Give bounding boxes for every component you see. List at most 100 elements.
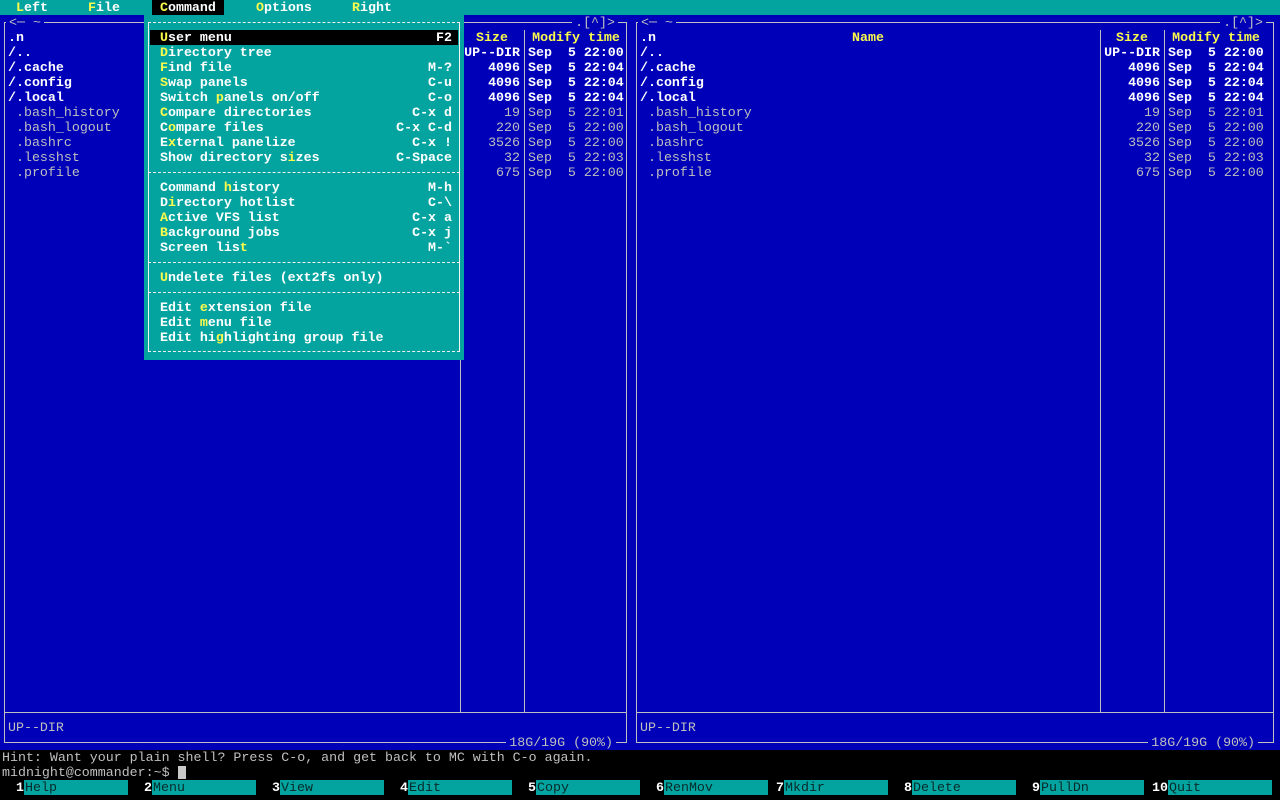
file-mtime: Sep 5 22:00 xyxy=(528,45,624,60)
file-name: .lesshst xyxy=(8,150,80,165)
file-size: 4096 xyxy=(488,75,520,90)
file-name: /.local xyxy=(640,90,696,105)
column-header-mtime[interactable]: Modify time xyxy=(1172,30,1260,45)
file-mtime: Sep 5 22:00 xyxy=(1168,165,1264,180)
menu-item-shortcut: C-\ xyxy=(428,195,452,210)
menu-item-shortcut: M-` xyxy=(428,240,452,255)
menu-item-label: Directory tree xyxy=(160,45,272,60)
menubar-item-options[interactable]: Options xyxy=(248,0,320,15)
hotkey-letter: t xyxy=(239,240,248,255)
menubar-item-command[interactable]: Command xyxy=(152,0,224,15)
column-header-size[interactable]: Size xyxy=(1116,30,1148,45)
hotkey-letter: C xyxy=(160,0,168,15)
hotkey-letter: o xyxy=(167,120,176,135)
menu-item-show-directory-sizes[interactable]: Show directory sizes C-Space xyxy=(150,150,458,165)
mini-status-separator xyxy=(4,712,627,713)
file-name: .bash_logout xyxy=(640,120,744,135)
file-row[interactable]: /.local 4096 Sep 5 22:04 xyxy=(632,90,1280,105)
menu-item-edit-extension-file[interactable]: Edit extension file xyxy=(150,300,458,315)
column-header-size[interactable]: Size xyxy=(476,30,508,45)
file-size: 220 xyxy=(1136,120,1160,135)
hotkey-letter: h xyxy=(223,180,232,195)
hotkey-letter: g xyxy=(215,330,224,345)
fkey-label: Help xyxy=(24,780,128,795)
menubar-item-file[interactable]: File xyxy=(80,0,128,15)
file-row[interactable]: /.config 4096 Sep 5 22:04 xyxy=(632,75,1280,90)
hotkey-letter: U xyxy=(160,30,168,45)
menu-item-user-menu[interactable]: User menu F2 xyxy=(150,30,458,45)
menu-item-undelete-files-ext2fs-only-[interactable]: Undelete files (ext2fs only) xyxy=(150,270,458,285)
file-size: 4096 xyxy=(1128,75,1160,90)
hotkey-letter: p xyxy=(215,90,224,105)
file-mtime: Sep 5 22:00 xyxy=(528,135,624,150)
menu-item-label: Compare directories xyxy=(160,105,312,120)
shell-prompt[interactable]: midnight@commander:~$ xyxy=(2,765,170,780)
menu-item-screen-list[interactable]: Screen list M-` xyxy=(150,240,458,255)
menu-item-shortcut: C-x j xyxy=(412,225,452,240)
menu-item-shortcut: M-? xyxy=(428,60,452,75)
file-row[interactable]: /.cache 4096 Sep 5 22:04 xyxy=(632,60,1280,75)
file-mtime: Sep 5 22:01 xyxy=(528,105,624,120)
menu-item-shortcut: C-u xyxy=(428,75,452,90)
menu-item-background-jobs[interactable]: Background jobs C-x j xyxy=(150,225,458,240)
menu-item-edit-highlighting-group-file[interactable]: Edit highlighting group file xyxy=(150,330,458,345)
menu-item-directory-tree[interactable]: Directory tree xyxy=(150,45,458,60)
fkey-number: 6 xyxy=(656,780,664,795)
file-size: 32 xyxy=(1144,150,1160,165)
file-size: 32 xyxy=(504,150,520,165)
file-size: 4096 xyxy=(488,60,520,75)
panel-path[interactable]: <─ ~ xyxy=(6,15,44,30)
fkey-number: 1 xyxy=(16,780,24,795)
hotkey-letter: F xyxy=(160,60,168,75)
panel-controls-icon[interactable]: .[^]> xyxy=(1220,15,1266,30)
command-dropdown-menu: User menu F2 Directory tree Find file M-? Swa… xyxy=(144,15,464,360)
menu-item-compare-files[interactable]: Compare files C-x C-d xyxy=(150,120,458,135)
menu-item-active-vfs-list[interactable]: Active VFS list C-x a xyxy=(150,210,458,225)
panel-controls-icon[interactable]: .[^]> xyxy=(572,15,618,30)
fkey-number: 7 xyxy=(776,780,784,795)
menu-item-swap-panels[interactable]: Swap panels C-u xyxy=(150,75,458,90)
menu-item-edit-menu-file[interactable]: Edit menu file xyxy=(150,315,458,330)
column-header-mtime[interactable]: Modify time xyxy=(532,30,620,45)
file-name: /.. xyxy=(640,45,664,60)
hotkey-letter: A xyxy=(160,210,168,225)
menu-item-command-history[interactable]: Command history M-h xyxy=(150,180,458,195)
file-mtime: Sep 5 22:03 xyxy=(1168,150,1264,165)
hotkey-letter: R xyxy=(352,0,360,15)
hotkey-letter: L xyxy=(16,0,24,15)
fkey-label: Menu xyxy=(152,780,256,795)
fkey-label: Quit xyxy=(1168,780,1272,795)
column-header-name[interactable]: Name xyxy=(852,30,884,45)
menubar: Left File Command Options Right xyxy=(0,0,1280,15)
right-panel: <─ ~ .[^]> .n Name Size Modify time /.. UP--DIR… xyxy=(632,15,1280,750)
file-mtime: Sep 5 22:03 xyxy=(528,150,624,165)
file-row[interactable]: .bash_history 19 Sep 5 22:01 xyxy=(632,105,1280,120)
menu-item-directory-hotlist[interactable]: Directory hotlist C-\ xyxy=(150,195,458,210)
menu-item-external-panelize[interactable]: External panelize C-x ! xyxy=(150,135,458,150)
file-name: /.cache xyxy=(8,60,64,75)
fkey-label: Delete xyxy=(912,780,1016,795)
file-mtime: Sep 5 22:04 xyxy=(528,75,624,90)
sort-indicator[interactable]: .n xyxy=(640,30,656,45)
file-row[interactable]: /.. UP--DIR Sep 5 22:00 xyxy=(632,45,1280,60)
terminal-cursor xyxy=(178,766,186,779)
menu-item-find-file[interactable]: Find file M-? xyxy=(150,60,458,75)
menubar-item-left[interactable]: Left xyxy=(8,0,56,15)
panel-path[interactable]: <─ ~ xyxy=(638,15,676,30)
hotkey-letter: U xyxy=(160,270,168,285)
menu-item-switch-panels-on-off[interactable]: Switch panels on/off C-o xyxy=(150,90,458,105)
file-row[interactable]: .bash_logout 220 Sep 5 22:00 xyxy=(632,120,1280,135)
file-row[interactable]: .profile 675 Sep 5 22:00 xyxy=(632,165,1280,180)
menubar-item-right[interactable]: Right xyxy=(344,0,400,15)
hotkey-letter: C xyxy=(160,105,168,120)
file-row[interactable]: .bashrc 3526 Sep 5 22:00 xyxy=(632,135,1280,150)
file-row[interactable]: .lesshst 32 Sep 5 22:03 xyxy=(632,150,1280,165)
function-key-bar: 1 Help 2 Menu 3 View 4 Edit 5 Copy 6 RenMov 7 Mkdir 8 D… xyxy=(0,780,1280,795)
hotkey-letter: O xyxy=(256,0,264,15)
mini-status: UP--DIR xyxy=(8,720,64,735)
sort-indicator[interactable]: .n xyxy=(8,30,24,45)
menu-item-label: Compare files xyxy=(160,120,264,135)
file-size: UP--DIR xyxy=(1104,45,1160,60)
menu-item-label: Directory hotlist xyxy=(160,195,296,210)
menu-item-compare-directories[interactable]: Compare directories C-x d xyxy=(150,105,458,120)
